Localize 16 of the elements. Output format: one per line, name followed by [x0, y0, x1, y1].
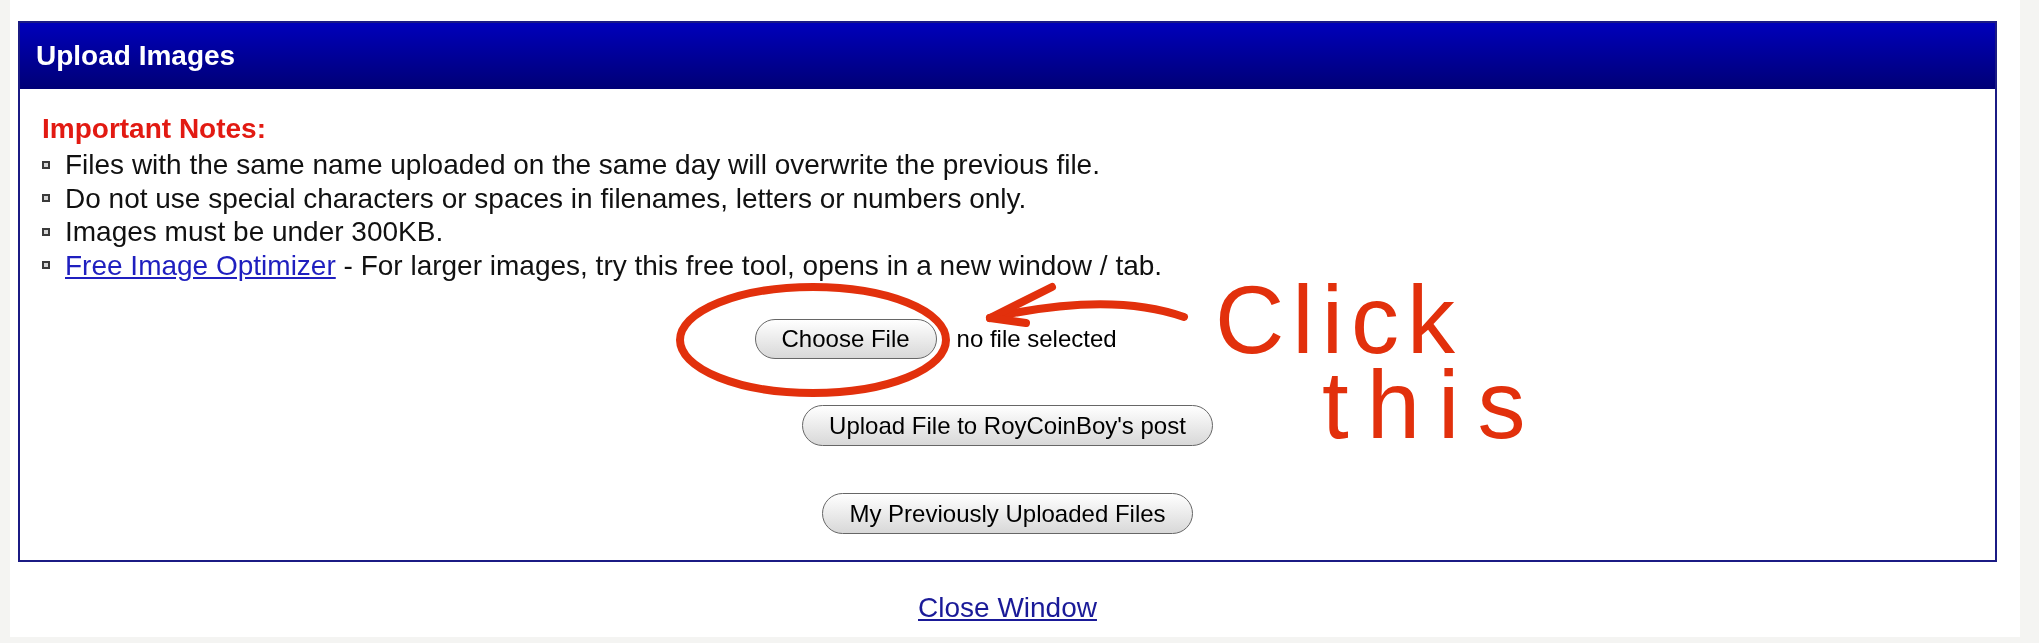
note-text: Free Image Optimizer - For larger images, try this free tool, opens in a new window / tab. — [65, 248, 1163, 282]
notes-heading: Important Notes: — [42, 112, 266, 146]
square-bullet-icon — [42, 261, 50, 270]
action-button[interactable]: Upload File to RoyCoinBoy's post — [802, 405, 1213, 446]
choose-file-button[interactable]: Choose File — [754, 319, 937, 359]
optimizer-link[interactable]: Free Image Optimizer — [65, 249, 336, 281]
action-button[interactable]: My Previously Uploaded Files — [822, 493, 1193, 534]
square-bullet-icon — [42, 194, 50, 203]
square-bullet-icon — [42, 160, 50, 169]
panel-title: Upload Images — [36, 39, 236, 73]
note-text: Do not use special characters or spaces in filenames, letters or numbers only. — [65, 181, 1027, 215]
close-window-link[interactable]: Close Window — [918, 591, 1097, 625]
square-bullet-icon — [42, 227, 50, 236]
file-status-text: no file selected — [956, 325, 1117, 353]
note-text: Files with the same name uploaded on the same day will overwrite the previous file. — [65, 148, 1100, 182]
note-text: Images must be under 300KB. — [65, 215, 444, 249]
